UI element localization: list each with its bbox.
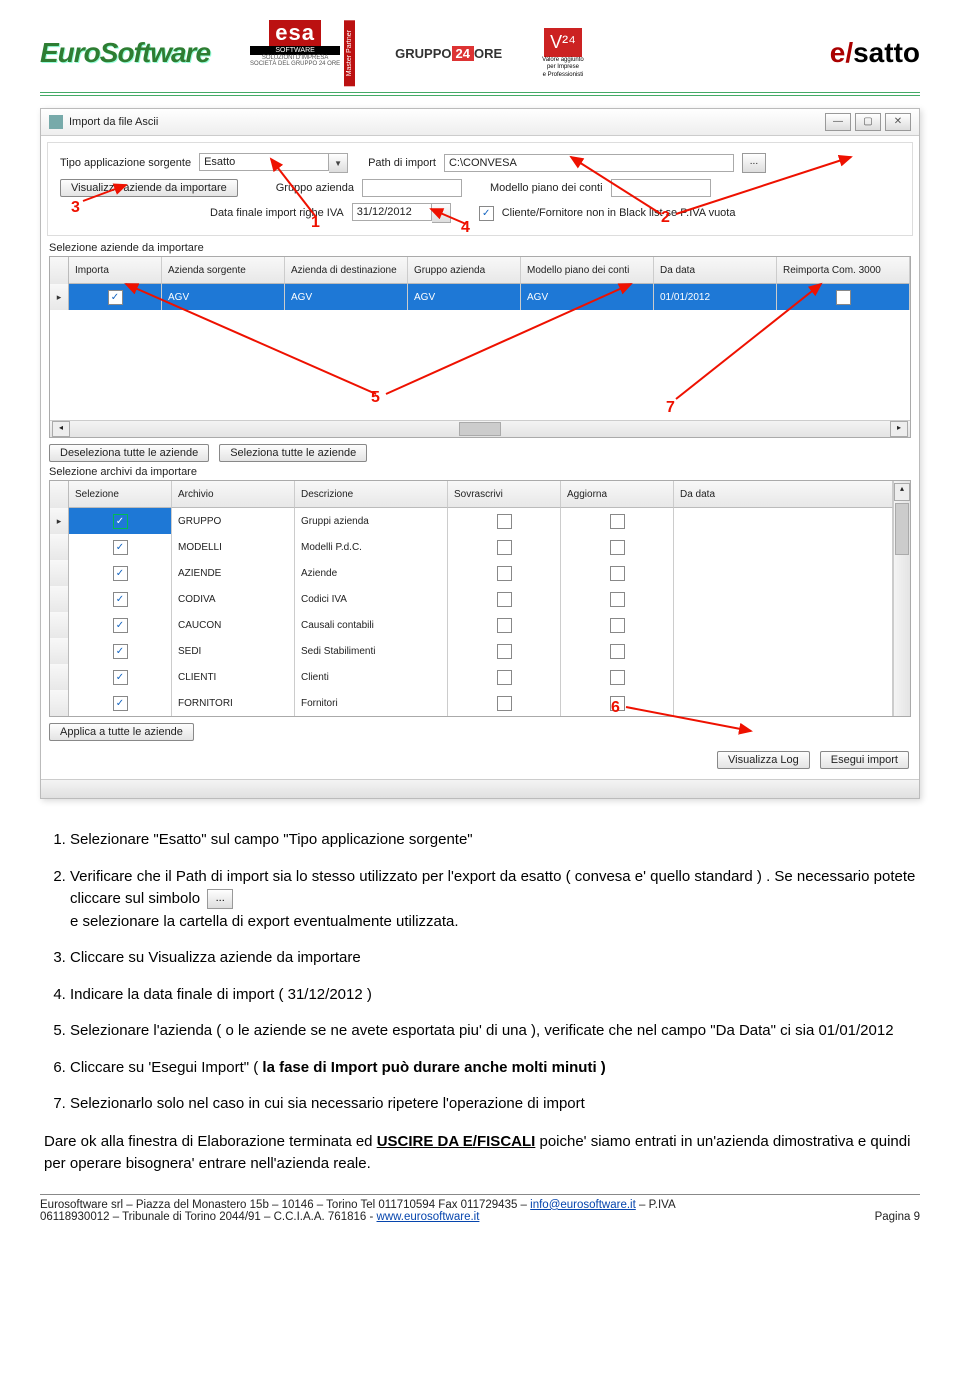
checkbox-importa[interactable]: ✓ — [108, 290, 123, 305]
grid-archivi-row[interactable]: ✓ SEDI Sedi Stabilimenti — [50, 638, 893, 664]
window-icon — [49, 115, 63, 129]
input-gruppo[interactable] — [362, 179, 462, 197]
btn-visualizza-log[interactable]: Visualizza Log — [717, 751, 810, 769]
label-sel-aziende: Selezione aziende da importare — [49, 242, 911, 254]
btn-visualizza-aziende[interactable]: Visualizza aziende da importare — [60, 179, 238, 197]
instruction-item: Selezionarlo solo nel caso in cui sia ne… — [70, 1093, 916, 1116]
label-cliente-fornitore: Cliente/Fornitore non in Black list se P… — [502, 207, 736, 219]
instruction-item: Selezionare l'azienda ( o le aziende se … — [70, 1020, 916, 1043]
grid-archivi-row[interactable]: ✓ MODELLI Modelli P.d.C. — [50, 534, 893, 560]
input-data-finale[interactable]: 31/12/2012 ▼ — [352, 203, 451, 223]
combo-tipo-app[interactable]: Esatto ▼ — [199, 153, 348, 173]
form-area: Tipo applicazione sorgente Esatto ▼ Path… — [47, 142, 913, 236]
instruction-item: Selezionare "Esatto" sul campo "Tipo app… — [70, 829, 916, 852]
input-path[interactable]: C:\CONVESA — [444, 154, 734, 172]
label-data-finale: Data finale import righe IVA — [210, 207, 344, 219]
instruction-item: Indicare la data finale di import ( 31/1… — [70, 984, 916, 1007]
browse-icon: ... — [207, 889, 233, 909]
grid-archivi-row[interactable]: ▸ ✓ GRUPPO Gruppi azienda — [50, 508, 893, 534]
grid-archivi-row[interactable]: ✓ FORNITORI Fornitori — [50, 690, 893, 716]
label-path: Path di import — [368, 157, 436, 169]
instruction-text: Selezionare "Esatto" sul campo "Tipo app… — [44, 829, 916, 1176]
logo-gruppo24ore: GRUPPO24ORE — [395, 46, 502, 61]
page-footer: Eurosoftware srl – Piazza del Monastero … — [40, 1194, 920, 1223]
window-title: Import da file Ascii — [69, 116, 158, 128]
minimize-button[interactable]: — — [825, 113, 851, 131]
label-gruppo: Gruppo azienda — [276, 182, 354, 194]
btn-esegui-import[interactable]: Esegui import — [820, 751, 909, 769]
grid-archivi-row[interactable]: ✓ CLIENTI Clienti — [50, 664, 893, 690]
instruction-item: Verificare che il Path di import sia lo … — [70, 866, 916, 934]
footer-email-link[interactable]: info@eurosoftware.it — [530, 1199, 636, 1211]
grid-archivi-row[interactable]: ✓ CODIVA Codici IVA — [50, 586, 893, 612]
footer-site-link[interactable]: www.eurosoftware.it — [377, 1211, 480, 1223]
maximize-button[interactable]: ▢ — [855, 113, 881, 131]
grid-aziende-row[interactable]: ▸ ✓ AGV AGV AGV AGV 01/01/2012 — [50, 284, 910, 310]
btn-applica-tutte[interactable]: Applica a tutte le aziende — [49, 723, 194, 741]
btn-seleziona-tutte[interactable]: Seleziona tutte le aziende — [219, 444, 367, 462]
grid-archivi: Selezione Archivio Descrizione Sovrascri… — [49, 480, 911, 717]
page-header: EuroSoftware esa SOFTWARE SOLUZIONI D'IM… — [40, 20, 920, 96]
browse-button[interactable]: ... — [742, 153, 766, 173]
product-brand: e/satto — [830, 37, 920, 69]
btn-deseleziona-tutte[interactable]: Deseleziona tutte le aziende — [49, 444, 209, 462]
grid-aziende: Importa Azienda sorgente Azienda di dest… — [49, 256, 911, 438]
grid-archivi-row[interactable]: ✓ CAUCON Causali contabili — [50, 612, 893, 638]
label-tipo-app: Tipo applicazione sorgente — [60, 157, 191, 169]
grid-archivi-row[interactable]: ✓ AZIENDE Aziende — [50, 560, 893, 586]
statusbar — [41, 779, 919, 798]
scrollbar-horizontal[interactable]: ◂▸ — [50, 420, 910, 437]
instruction-item: Cliccare su 'Esegui Import" ( la fase di… — [70, 1057, 916, 1080]
label-sel-archivi: Selezione archivi da importare — [49, 466, 911, 478]
chevron-down-icon[interactable]: ▼ — [329, 153, 348, 173]
screenshot-window: Import da file Ascii — ▢ ✕ Tipo applicaz… — [40, 108, 920, 799]
window-titlebar: Import da file Ascii — ▢ ✕ — [41, 109, 919, 136]
logo-eurosoftware: EuroSoftware — [40, 37, 210, 69]
logo-esa: esa SOFTWARE SOLUZIONI D'IMPRESA SOCIETÀ… — [250, 20, 355, 86]
instruction-item: Cliccare su Visualizza aziende da import… — [70, 947, 916, 970]
logo-v24: V²⁴ Valore aggiunto per Imprese e Profes… — [542, 28, 584, 79]
page-number: Pagina 9 — [875, 1211, 920, 1223]
close-button[interactable]: ✕ — [885, 113, 911, 131]
chevron-down-icon[interactable]: ▼ — [432, 203, 451, 223]
scrollbar-vertical[interactable]: ▴ — [893, 481, 910, 716]
final-note: Dare ok alla finestra di Elaborazione te… — [44, 1131, 916, 1176]
checkbox-reimporta[interactable] — [836, 290, 851, 305]
checkbox-cliente-fornitore[interactable]: ✓ — [479, 206, 494, 221]
input-modello[interactable] — [611, 179, 711, 197]
label-modello: Modello piano dei conti — [490, 182, 603, 194]
